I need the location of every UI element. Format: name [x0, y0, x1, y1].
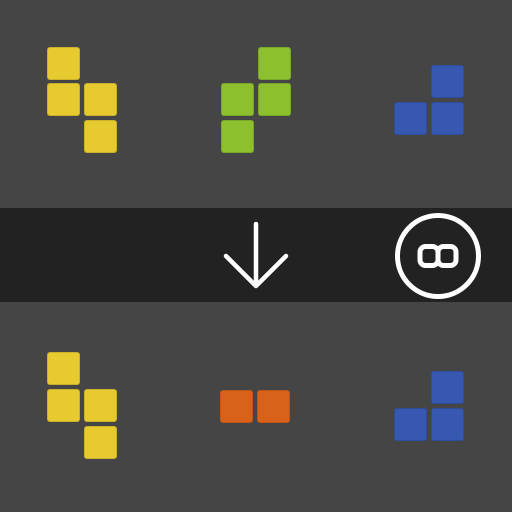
piece-cell [431, 65, 464, 98]
piece-cell [258, 47, 291, 80]
piece-cell [84, 83, 117, 116]
piece-cell [431, 102, 464, 135]
piece-cell [47, 352, 80, 385]
infinity-button[interactable] [394, 212, 482, 300]
piece-cell [257, 390, 290, 423]
piece-cell [84, 426, 117, 459]
piece-cell [47, 83, 80, 116]
piece-cell [221, 83, 254, 116]
infinity-icon [395, 213, 481, 299]
piece-cell [394, 408, 427, 441]
piece-cell [47, 389, 80, 422]
piece-cell [220, 390, 253, 423]
piece-cell [431, 371, 464, 404]
piece-cell [258, 83, 291, 116]
piece-cell [431, 408, 464, 441]
piece-cell [221, 120, 254, 153]
piece-cell [47, 47, 80, 80]
piece-cell [394, 102, 427, 135]
piece-cell [84, 389, 117, 422]
piece-cell [84, 120, 117, 153]
arrow-down-icon [222, 220, 290, 290]
game-board [0, 0, 512, 512]
